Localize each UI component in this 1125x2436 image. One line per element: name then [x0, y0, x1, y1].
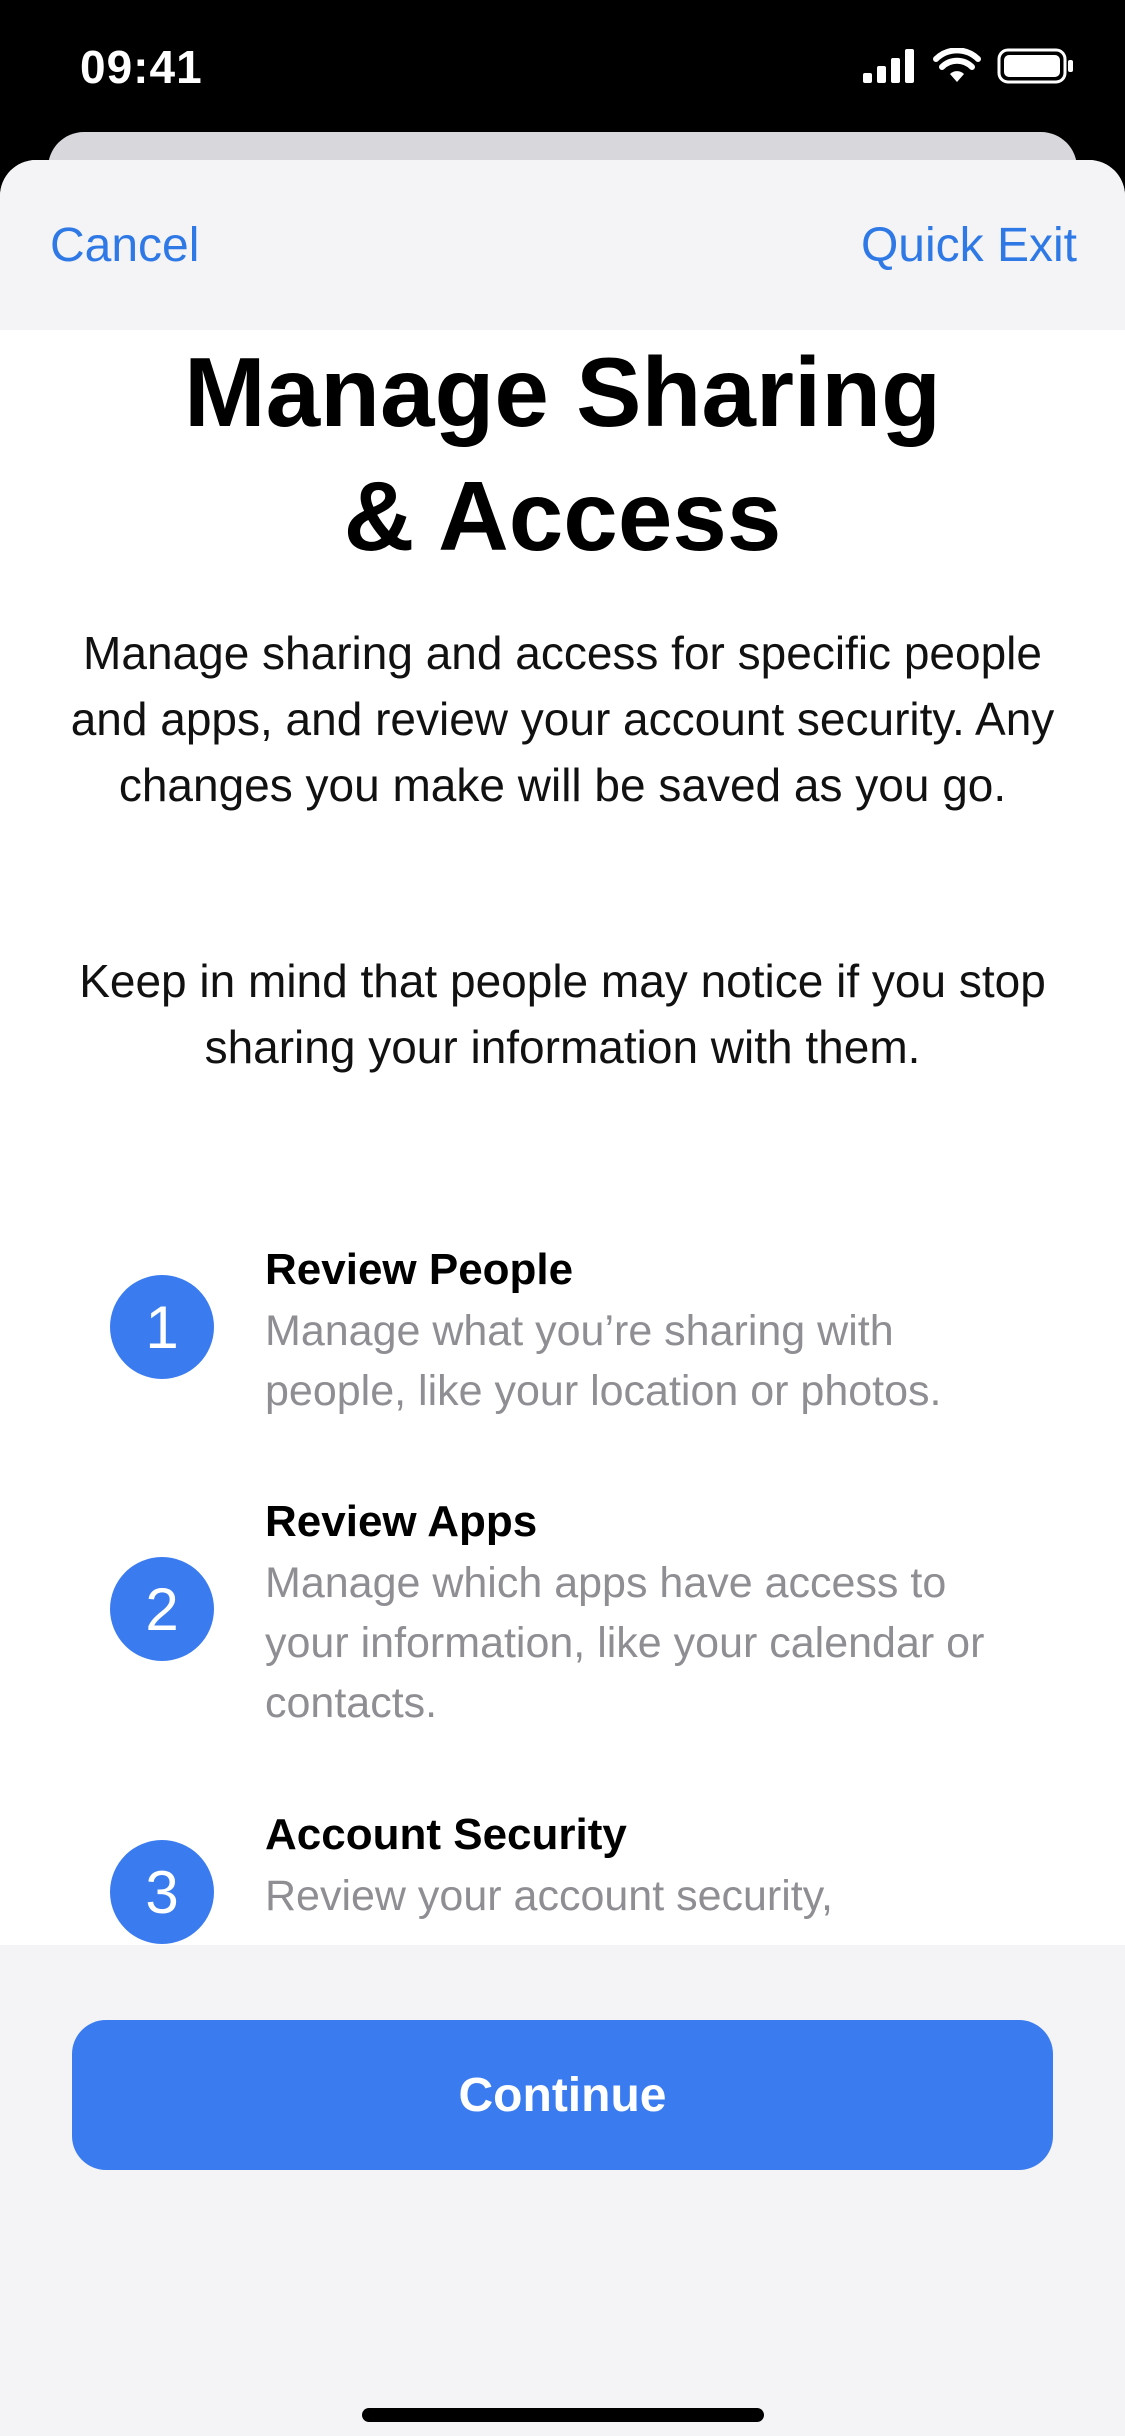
status-time: 09:41 [80, 41, 203, 93]
step-title: Review People [265, 1245, 574, 1294]
page-title-line-1: Manage Sharing [184, 337, 941, 447]
step-number-badge: 1 [110, 1275, 214, 1379]
warning-paragraph: Keep in mind that people may notice if y… [79, 955, 1046, 1073]
footer: Continue [0, 1945, 1125, 2436]
cellular-signal-icon [863, 49, 914, 83]
battery-icon [997, 48, 1073, 84]
home-indicator [362, 2408, 764, 2422]
continue-button[interactable]: Continue [72, 2020, 1053, 2170]
intro-paragraph: Manage sharing and access for specific p… [70, 627, 1055, 811]
step-number-badge: 3 [110, 1840, 214, 1944]
step-title: Account Security [265, 1810, 627, 1859]
page-title: Manage Sharing & Access [0, 330, 1125, 578]
step-description: Manage what you’re sharing with people, … [265, 1307, 942, 1415]
step-description: Review your account security, [265, 1872, 833, 1920]
nav-bar: Cancel Quick Exit [0, 160, 1125, 330]
wifi-icon [933, 48, 981, 82]
quick-exit-button[interactable]: Quick Exit [861, 218, 1077, 273]
cancel-button[interactable]: Cancel [50, 218, 199, 273]
status-icons [863, 48, 1075, 84]
step-title: Review Apps [265, 1497, 538, 1546]
modal-sheet: Cancel Quick Exit Manage Sharing & Acces… [0, 160, 1125, 2436]
step-description: Manage which apps have access to your in… [265, 1559, 985, 1727]
status-bar: 09:41 [0, 0, 1125, 140]
step-number-badge: 2 [110, 1557, 214, 1661]
page-title-line-2: & Access [343, 461, 782, 571]
